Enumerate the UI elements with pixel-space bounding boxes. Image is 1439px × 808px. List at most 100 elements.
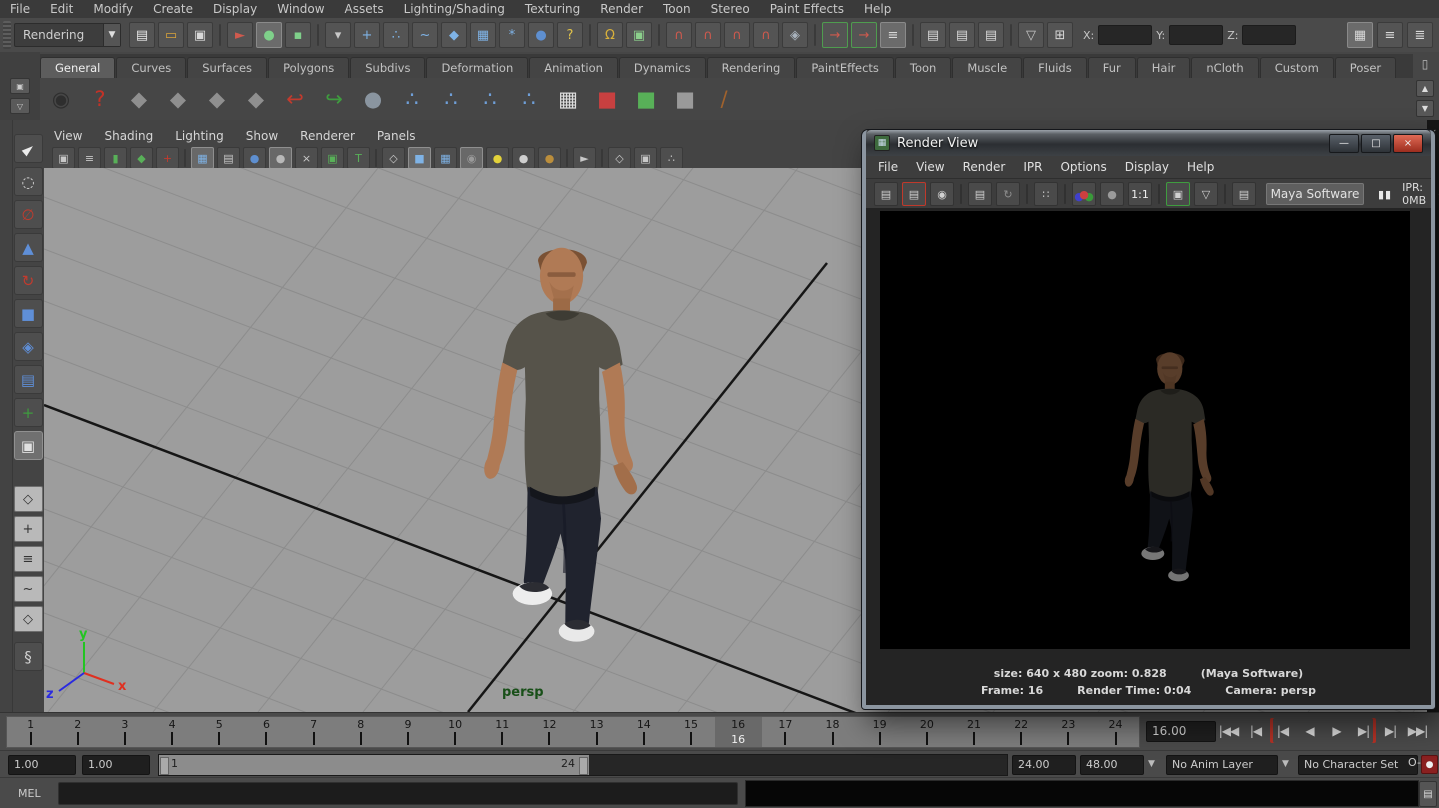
frame-cell[interactable]: 8 (337, 717, 384, 747)
snap-to-points-icon[interactable]: ∩ (724, 22, 750, 48)
maximize-button[interactable]: □ (1361, 134, 1391, 153)
frame-cell[interactable]: 3 (101, 717, 148, 747)
shelf-tab[interactable]: nCloth (1191, 57, 1258, 78)
shelf-tab[interactable]: Dynamics (619, 57, 706, 78)
rgb-channels-icon[interactable]: ● (1072, 182, 1096, 206)
frame-cell[interactable]: 22 (998, 717, 1045, 747)
render-view-menu-item[interactable]: View (916, 160, 944, 174)
menu-item[interactable]: Stereo (701, 0, 760, 18)
textured-icon[interactable]: ▦ (434, 147, 457, 169)
remove-image-icon[interactable]: ▽ (1194, 182, 1218, 206)
channel-box-icon[interactable]: ≣ (1407, 22, 1433, 48)
frame-cell[interactable]: 12 (526, 717, 573, 747)
toolbar-drag-handle[interactable] (3, 21, 11, 48)
light-yellow-icon[interactable]: ● (486, 147, 509, 169)
shelf-tab[interactable]: Surfaces (187, 57, 267, 78)
light-gray-icon[interactable]: ● (512, 147, 535, 169)
render-view-menu-item[interactable]: Render (963, 160, 1006, 174)
output-connections-icon[interactable]: → (851, 22, 877, 48)
lock-icon[interactable]: Ω (597, 22, 623, 48)
mel-input-field[interactable] (58, 782, 738, 805)
mask-points-icon[interactable]: ∴ (383, 22, 409, 48)
delete-unused-icon[interactable]: ● (358, 84, 388, 114)
x-field[interactable] (1098, 25, 1152, 45)
camera-aim-icon[interactable]: ◆ (163, 84, 193, 114)
render-view-menu-item[interactable]: Help (1187, 160, 1214, 174)
character-set-field[interactable]: No Character Set (1298, 755, 1418, 775)
key-icon[interactable]: O- (1408, 756, 1421, 769)
shelf-tab[interactable]: Toon (895, 57, 951, 78)
persp-outliner-layout-button[interactable]: ≡ (14, 546, 43, 572)
camera-pan-icon[interactable]: ◆ (202, 84, 232, 114)
joint-tool-icon[interactable]: ∴ (397, 84, 427, 114)
menu-item[interactable]: Create (143, 0, 203, 18)
play-backwards-button[interactable]: ◀ (1297, 718, 1322, 743)
shelf-menu-button[interactable]: ▣ (10, 78, 30, 94)
mask-misc-icon[interactable]: ? (557, 22, 583, 48)
menu-item[interactable]: Window (267, 0, 334, 18)
snap-to-grids-icon[interactable]: ∩ (666, 22, 692, 48)
pause-ipr-icon[interactable]: ▮▮ (1378, 188, 1392, 201)
wireframe-icon[interactable]: ◇ (382, 147, 405, 169)
shelf-tab[interactable]: PaintEffects (796, 57, 894, 78)
absolute-transform-icon[interactable]: ⊞ (1047, 22, 1073, 48)
shelf-tab-toggle[interactable]: ▽ (10, 98, 30, 114)
menu-item[interactable]: Assets (335, 0, 394, 18)
mask-surfaces-icon[interactable]: ◆ (441, 22, 467, 48)
shelf-tab[interactable]: Animation (529, 57, 618, 78)
scroll-up-icon[interactable]: ▲ (1416, 80, 1434, 97)
paint-effects-panel-button[interactable]: § (14, 642, 43, 671)
frame-cell[interactable]: 17 (762, 717, 809, 747)
menu-item[interactable]: Display (203, 0, 267, 18)
highlight-selection-icon[interactable]: ▣ (626, 22, 652, 48)
play-forwards-button[interactable]: ▶ (1324, 718, 1349, 743)
shelf-tab[interactable]: Hair (1137, 57, 1191, 78)
frame-cell[interactable]: 20 (903, 717, 950, 747)
multi-pane-icon[interactable]: ▣ (634, 147, 657, 169)
shelf-tab[interactable]: Fluids (1023, 57, 1087, 78)
menu-item[interactable]: Modify (83, 0, 143, 18)
select-hierarchy-icon[interactable]: ► (227, 22, 253, 48)
panel-menu-item[interactable]: Show (246, 129, 278, 143)
safe-action-icon[interactable]: ▣ (321, 147, 344, 169)
light-textured-icon[interactable]: ● (538, 147, 561, 169)
animation-end-field[interactable]: 48.00 (1080, 755, 1144, 775)
range-slider[interactable]: 1 24 (159, 755, 589, 775)
frame-cell[interactable]: 5 (196, 717, 243, 747)
mask-curves-icon[interactable]: ~ (412, 22, 438, 48)
input-connections-icon[interactable]: → (822, 22, 848, 48)
node-editor-icon[interactable]: ▦ (553, 84, 583, 114)
shelf-tab[interactable]: Subdivs (350, 57, 425, 78)
trash-icon[interactable]: ▯ (1417, 56, 1433, 72)
camera-attributes-icon[interactable]: ≡ (78, 147, 101, 169)
transform-dropdown-icon[interactable]: ▽ (1018, 22, 1044, 48)
grid-icon[interactable]: ▦ (191, 147, 214, 169)
frame-cell[interactable]: 16 16 (715, 717, 762, 747)
poly-cube-icon[interactable]: ■ (670, 84, 700, 114)
menu-item[interactable]: File (0, 0, 40, 18)
frame-cell[interactable]: 11 (479, 717, 526, 747)
construction-history-icon[interactable]: ≡ (880, 22, 906, 48)
lasso-tool[interactable]: ◌ (14, 167, 43, 196)
playback-start-field[interactable]: 1.00 (82, 755, 150, 775)
panel-menu-item[interactable]: View (54, 129, 82, 143)
camera-dolly-icon[interactable]: ◆ (241, 84, 271, 114)
resolution-gate-icon[interactable]: ● (243, 147, 266, 169)
select-component-icon[interactable]: ▪ (285, 22, 311, 48)
panel-menu-item[interactable]: Lighting (175, 129, 224, 143)
attribute-editor-icon[interactable]: ▦ (1347, 22, 1373, 48)
keep-image-icon[interactable]: ▤ (1232, 182, 1256, 206)
step-back-frame-button[interactable]: |◀ (1270, 718, 1295, 743)
isolate-select-icon[interactable]: ► (573, 147, 596, 169)
select-object-icon[interactable]: ● (256, 22, 282, 48)
save-scene-icon[interactable]: ▣ (187, 22, 213, 48)
frame-cell[interactable]: 15 (667, 717, 714, 747)
playblast-icon[interactable]: ◉ (46, 84, 76, 114)
frame-cell[interactable]: 14 (620, 717, 667, 747)
select-tool[interactable]: ► (14, 134, 43, 163)
mask-handles-icon[interactable]: + (354, 22, 380, 48)
mask-dynamics-icon[interactable]: * (499, 22, 525, 48)
chevron-down-icon[interactable]: ▼ (1148, 759, 1155, 769)
open-scene-icon[interactable]: ▭ (158, 22, 184, 48)
renderer-dropdown[interactable]: Maya Software (1266, 183, 1364, 205)
